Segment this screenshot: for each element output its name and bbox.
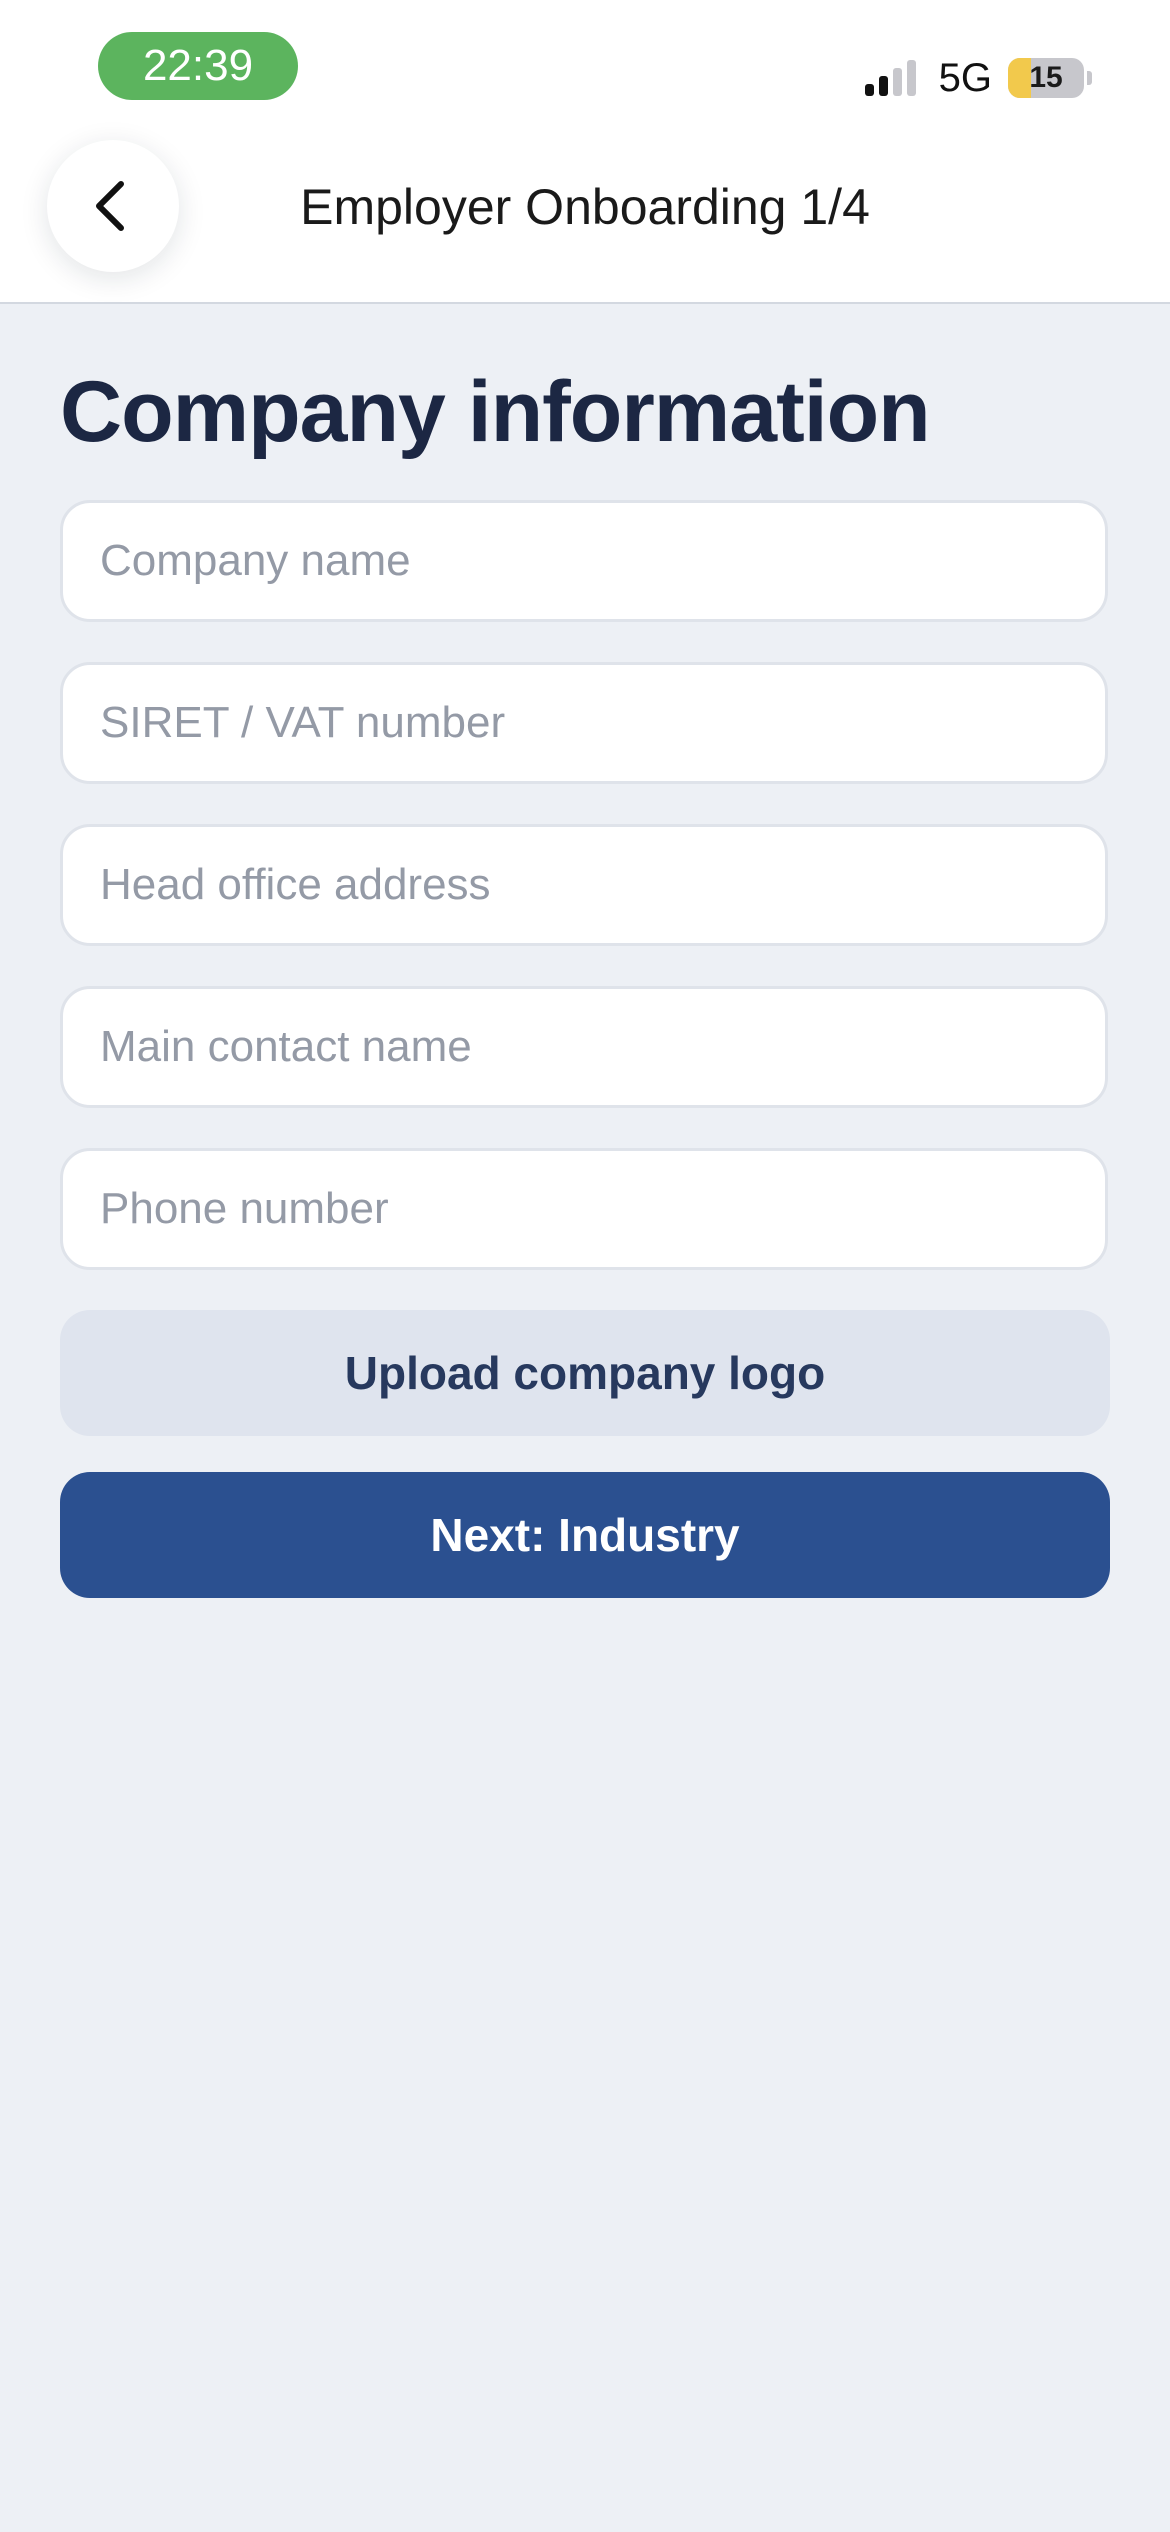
signal-bar <box>878 76 888 96</box>
phone-number-input[interactable] <box>60 1148 1108 1270</box>
company-name-input[interactable] <box>60 500 1108 622</box>
back-button[interactable] <box>47 140 179 272</box>
signal-bar <box>906 60 916 96</box>
network-type: 5G <box>938 55 992 100</box>
section-heading: Company information <box>60 364 931 460</box>
cellular-signal-icon <box>864 60 921 96</box>
battery-icon: 15 <box>1008 58 1084 98</box>
main-contact-name-input[interactable] <box>60 986 1108 1108</box>
upload-logo-button[interactable]: Upload company logo <box>60 1310 1110 1436</box>
chevron-left-icon <box>96 181 124 231</box>
signal-bar <box>864 84 874 96</box>
page-title: Employer Onboarding 1/4 <box>300 179 870 235</box>
siret-vat-input[interactable] <box>60 662 1108 784</box>
battery-level: 15 <box>1029 61 1063 94</box>
head-office-address-input[interactable] <box>60 824 1108 946</box>
status-time: 22:39 <box>98 32 298 100</box>
top-bar: 22:39 5G 15 Employer Onboarding 1/4 <box>0 0 1170 304</box>
signal-bar <box>892 68 902 96</box>
status-indicators: 5G 15 <box>864 50 1092 106</box>
battery-cap <box>1087 71 1092 85</box>
next-industry-button[interactable]: Next: Industry <box>60 1472 1110 1598</box>
